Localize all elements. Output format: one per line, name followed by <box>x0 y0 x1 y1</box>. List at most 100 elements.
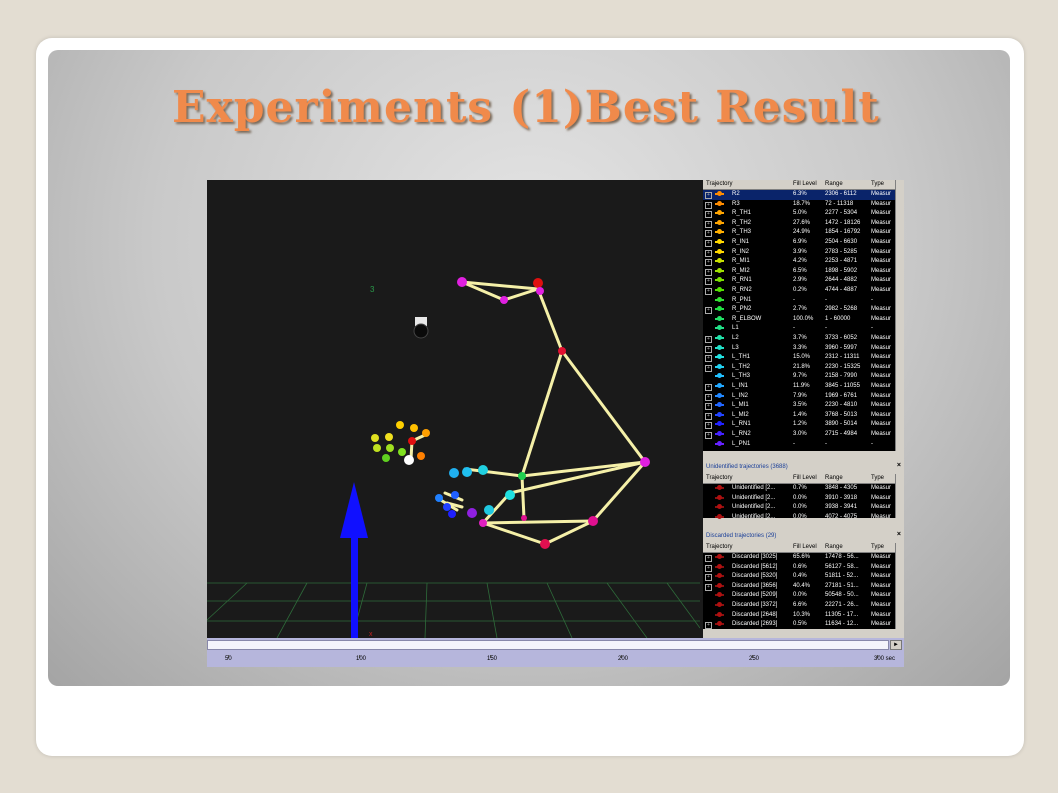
table-row[interactable]: R_PN1 - - - <box>703 296 904 306</box>
table-row[interactable]: L_PN1 - - - <box>703 440 904 450</box>
cell-name: L_MI1 <box>732 402 749 409</box>
unidentified-scrollbar[interactable] <box>895 474 904 518</box>
marker-dot-icon <box>717 248 722 254</box>
table-row[interactable]: + Discarded [3025] 65.6% 17478 - 56... Measu… <box>703 553 904 563</box>
table-row[interactable]: + R_TH3 24.9% 1854 - 16792 Measur <box>703 228 904 238</box>
column-type[interactable]: Type <box>871 475 884 481</box>
column-type[interactable]: Type <box>871 544 884 550</box>
column-range[interactable]: Range <box>825 181 843 187</box>
table-row[interactable]: + R3 18.7% 72 - 11318 Measur <box>703 200 904 210</box>
cell-type: Measur <box>871 554 892 560</box>
expand-icon[interactable]: + <box>705 201 712 209</box>
unidentified-list[interactable]: Trajectory Fill Level Range Type Unident… <box>703 474 904 520</box>
table-row[interactable]: + L_IN2 7.9% 1969 - 6761 Measur <box>703 392 904 402</box>
column-fill-level[interactable]: Fill Level <box>793 181 817 187</box>
discarded-list-header: Trajectory Fill Level Range Type <box>703 543 904 553</box>
3d-viewport[interactable]: 3 x <box>207 180 700 638</box>
table-row[interactable]: Unidentified [2... 0.0% 3910 - 3918 Measur <box>703 494 904 504</box>
expand-icon[interactable]: + <box>705 432 712 439</box>
expand-icon[interactable]: + <box>705 268 712 276</box>
column-trajectory[interactable]: Trajectory <box>706 475 732 481</box>
expand-icon[interactable]: + <box>705 583 712 591</box>
table-row[interactable]: + R_IN1 6.9% 2504 - 6630 Measur <box>703 238 904 248</box>
discarded-scrollbar[interactable] <box>895 543 904 629</box>
table-row[interactable]: + L_RN1 1.2% 3890 - 5014 Measur <box>703 420 904 430</box>
table-row[interactable]: + L_TH1 15.0% 2312 - 11311 Measur <box>703 353 904 363</box>
table-row[interactable]: Unidentified [2... 0.7% 3848 - 4305 Measur <box>703 484 904 494</box>
column-fill-level[interactable]: Fill Level <box>793 475 817 481</box>
table-row[interactable]: L1 - - - <box>703 324 904 334</box>
trajectory-list[interactable]: Trajectory Fill Level Range Type + R2 6.3%… <box>703 180 904 451</box>
table-row[interactable]: + R_TH2 27.6% 1472 - 18126 Measur <box>703 219 904 229</box>
table-row[interactable]: + R_MI2 6.5% 1898 - 5902 Measur <box>703 267 904 277</box>
expand-icon[interactable]: + <box>705 345 712 353</box>
expand-icon[interactable]: + <box>705 384 712 391</box>
expand-icon[interactable]: + <box>705 278 712 286</box>
expand-icon[interactable]: + <box>705 240 712 247</box>
table-row[interactable]: Unidentified [2... 0.0% 4072 - 4075 Measur <box>703 513 904 523</box>
table-row[interactable]: + R_RN1 2.9% 2644 - 4882 Measur <box>703 276 904 286</box>
table-row[interactable]: Unidentified [2... 0.0% 3938 - 3941 Measur <box>703 503 904 513</box>
expand-icon[interactable]: + <box>705 220 712 228</box>
cell-name: Discarded [2693] <box>732 621 778 628</box>
column-type[interactable]: Type <box>871 181 884 187</box>
expand-icon[interactable]: + <box>705 249 712 257</box>
table-row[interactable]: + L_RN2 3.0% 2715 - 4984 Measur <box>703 430 904 440</box>
table-row[interactable]: + R_TH1 5.0% 2277 - 5304 Measur <box>703 209 904 219</box>
expand-icon[interactable]: + <box>705 574 712 582</box>
table-row[interactable]: Discarded [2648] 10.3% 11305 - 17... Measur <box>703 611 904 621</box>
expand-icon[interactable]: + <box>705 555 712 562</box>
table-row[interactable]: L_TH3 9.7% 2158 - 7990 Measur <box>703 372 904 382</box>
cell-range: 2158 - 7990 <box>825 373 858 380</box>
table-row[interactable]: + Discarded [3656] 40.4% 27181 - 51... Measu… <box>703 582 904 592</box>
table-row[interactable]: + Discarded [2693] 0.5% 11634 - 12... Measur <box>703 620 904 630</box>
trajectory-list-scrollbar[interactable] <box>895 180 904 451</box>
unidentified-close-icon[interactable]: × <box>897 462 901 469</box>
expand-icon[interactable]: + <box>705 307 712 315</box>
table-row[interactable]: + R2 6.3% 2306 - 6112 Measur <box>703 190 904 200</box>
table-row[interactable]: + R_RN2 0.2% 4744 - 4887 Measur <box>703 286 904 296</box>
expand-icon[interactable]: + <box>705 355 712 363</box>
column-range[interactable]: Range <box>825 544 843 550</box>
cell-fill: 3.9% <box>793 248 807 255</box>
table-row[interactable]: + Discarded [5320] 0.4% 51811 - 52... Measur <box>703 572 904 582</box>
expand-icon[interactable]: + <box>705 564 712 572</box>
expand-icon[interactable]: + <box>705 422 712 430</box>
svg-text:x: x <box>369 631 373 638</box>
column-range[interactable]: Range <box>825 475 843 481</box>
table-row[interactable]: + L3 3.3% 3960 - 5997 Measur <box>703 344 904 354</box>
expand-icon[interactable]: + <box>705 364 712 372</box>
timeline-track[interactable] <box>207 640 889 650</box>
table-row[interactable]: + L_MI1 3.5% 2230 - 4810 Measur <box>703 401 904 411</box>
expand-icon[interactable]: + <box>705 230 712 238</box>
expand-icon[interactable]: + <box>705 192 712 199</box>
cell-type: Measur <box>871 383 892 389</box>
table-row[interactable]: + L_IN1 11.9% 3845 - 11055 Measur <box>703 382 904 392</box>
discarded-list[interactable]: Trajectory Fill Level Range Type + Discar… <box>703 543 904 630</box>
timeline[interactable]: ► 50 100 150 200 250 300 sec <box>207 638 904 667</box>
table-row[interactable]: + R_IN2 3.9% 2783 - 5285 Measur <box>703 248 904 258</box>
table-row[interactable]: + R_PN2 2.7% 2982 - 5268 Measur <box>703 305 904 315</box>
table-row[interactable]: + L2 3.7% 3733 - 6052 Measur <box>703 334 904 344</box>
cell-type: Measur <box>871 210 892 217</box>
expand-icon[interactable]: + <box>705 412 712 420</box>
expand-icon[interactable]: + <box>705 211 712 219</box>
timeline-play-icon[interactable]: ► <box>890 640 902 650</box>
table-row[interactable]: + R_MI1 4.2% 2253 - 4871 Measur <box>703 257 904 267</box>
expand-icon[interactable]: + <box>705 622 712 630</box>
expand-icon[interactable]: + <box>705 288 712 295</box>
table-row[interactable]: + L_MI2 1.4% 3768 - 5013 Measur <box>703 411 904 421</box>
table-row[interactable]: + Discarded [5612] 0.6% 56127 - 58... Measur <box>703 563 904 573</box>
column-fill-level[interactable]: Fill Level <box>793 544 817 550</box>
table-row[interactable]: Discarded [3372] 6.6% 22271 - 26... Measur <box>703 601 904 611</box>
expand-icon[interactable]: + <box>705 259 712 267</box>
expand-icon[interactable]: + <box>705 393 712 401</box>
expand-icon[interactable]: + <box>705 336 712 343</box>
column-trajectory[interactable]: Trajectory <box>706 181 732 187</box>
column-trajectory[interactable]: Trajectory <box>706 544 732 550</box>
table-row[interactable]: Discarded [5209] 0.0% 50548 - 50... Measur <box>703 591 904 601</box>
table-row[interactable]: R_ELBOW 100.0% 1 - 60000 Measur <box>703 315 904 325</box>
discarded-close-icon[interactable]: × <box>897 531 901 538</box>
expand-icon[interactable]: + <box>705 403 712 411</box>
table-row[interactable]: + L_TH2 21.8% 2230 - 15325 Measur <box>703 363 904 373</box>
